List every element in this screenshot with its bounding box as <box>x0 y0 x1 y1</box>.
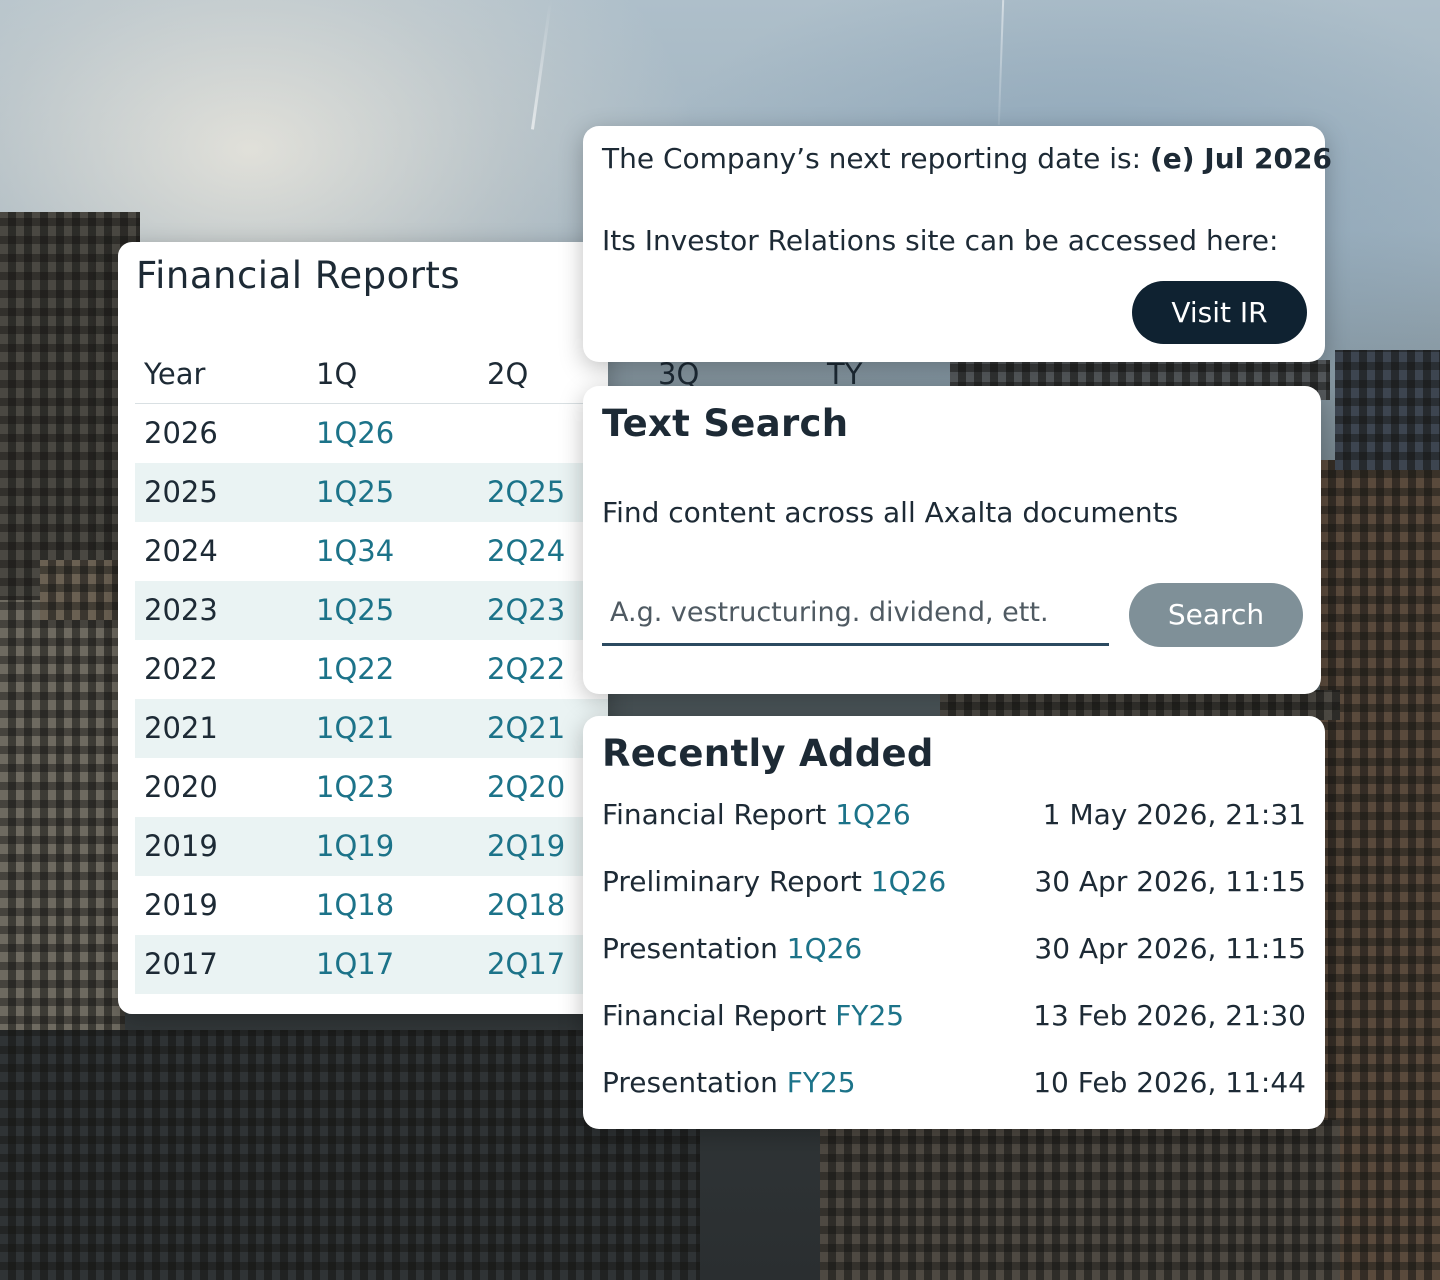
year-cell: 2017 <box>144 947 218 981</box>
report-link-2q[interactable]: 2Q23 <box>487 581 565 640</box>
recently-added-title: Recently Added <box>602 732 934 775</box>
document-name: Presentation FY25 <box>602 1066 856 1099</box>
report-link-1q[interactable]: 1Q18 <box>316 876 394 935</box>
report-link-1q[interactable]: 1Q34 <box>316 522 394 581</box>
table-row: 2017 1Q17 2Q17 <box>135 935 608 994</box>
investor-relations-card: The Company’s next reporting date is: (e… <box>583 126 1332 362</box>
year-cell: 2026 <box>144 416 218 450</box>
next-reporting-date: The Company’s next reporting date is: (e… <box>602 142 1332 175</box>
document-label: Presentation <box>602 1066 778 1099</box>
document-date: 30 Apr 2026, 11:15 <box>1034 932 1306 965</box>
search-input[interactable] <box>602 582 1109 646</box>
report-link-2q[interactable]: 2Q20 <box>487 758 565 817</box>
report-link-2q[interactable]: 2Q19 <box>487 817 565 876</box>
document-link[interactable]: 1Q26 <box>835 798 910 831</box>
header-2q: 2Q <box>487 357 529 391</box>
document-name: Presentation 1Q26 <box>602 932 862 965</box>
table-row: 2026 1Q26 <box>135 404 608 463</box>
table-row: 2025 1Q25 2Q25 <box>135 463 608 522</box>
report-link-1q[interactable]: 1Q26 <box>316 404 394 463</box>
table-row: 2023 1Q25 2Q23 <box>135 581 608 640</box>
report-link-2q[interactable]: 2Q21 <box>487 699 565 758</box>
document-link[interactable]: FY25 <box>787 1066 856 1099</box>
document-link[interactable]: FY25 <box>835 999 904 1032</box>
document-date: 30 Apr 2026, 11:15 <box>1034 865 1306 898</box>
header-year: Year <box>144 357 206 391</box>
year-cell: 2022 <box>144 652 218 686</box>
list-item: Financial Report FY25 13 Feb 2026, 21:30 <box>602 999 1306 1039</box>
document-link[interactable]: 1Q26 <box>871 865 946 898</box>
financial-reports-title: Financial Reports <box>136 254 461 297</box>
document-date: 1 May 2026, 21:31 <box>1042 798 1306 831</box>
document-name: Financial Report 1Q26 <box>602 798 911 831</box>
report-link-1q[interactable]: 1Q25 <box>316 581 394 640</box>
table-header-row: Year 1Q 2Q 3Q TY <box>135 354 862 404</box>
list-item: Presentation 1Q26 30 Apr 2026, 11:15 <box>602 932 1306 972</box>
visit-ir-button[interactable]: Visit IR <box>1132 281 1307 344</box>
year-cell: 2023 <box>144 593 218 627</box>
reporting-date-label: The Company’s next reporting date is: <box>602 142 1150 175</box>
document-date: 10 Feb 2026, 11:44 <box>1033 1066 1306 1099</box>
table-row: 2019 1Q18 2Q18 <box>135 876 608 935</box>
report-link-2q[interactable]: 2Q22 <box>487 640 565 699</box>
year-cell: 2021 <box>144 711 218 745</box>
search-button[interactable]: Search <box>1129 583 1303 647</box>
reporting-date-value: (e) Jul 2026 <box>1149 142 1332 175</box>
text-search-description: Find content across all Axalta documents <box>602 496 1179 529</box>
year-cell: 2024 <box>144 534 218 568</box>
year-cell: 2025 <box>144 475 218 509</box>
year-cell: 2019 <box>144 829 218 863</box>
recently-added-card: Recently Added Financial Report 1Q26 1 M… <box>583 716 1325 1129</box>
table-row: 2021 1Q21 2Q21 <box>135 699 608 758</box>
list-item: Presentation FY25 10 Feb 2026, 11:44 <box>602 1066 1306 1106</box>
document-label: Presentation <box>602 932 778 965</box>
list-item: Financial Report 1Q26 1 May 2026, 21:31 <box>602 798 1306 838</box>
text-search-title: Text Search <box>602 402 849 445</box>
report-link-1q[interactable]: 1Q23 <box>316 758 394 817</box>
report-link-2q[interactable]: 2Q25 <box>487 463 565 522</box>
financial-reports-card: Financial Reports Year 1Q 2Q 3Q TY 2026 … <box>118 242 862 1014</box>
table-row: 2019 1Q19 2Q19 <box>135 817 608 876</box>
report-link-2q[interactable]: 2Q17 <box>487 935 565 994</box>
year-cell: 2019 <box>144 888 218 922</box>
report-link-1q[interactable]: 1Q21 <box>316 699 394 758</box>
text-search-card: Text Search Find content across all Axal… <box>583 386 1321 694</box>
report-link-2q[interactable]: 2Q24 <box>487 522 565 581</box>
year-cell: 2020 <box>144 770 218 804</box>
document-label: Financial Report <box>602 798 827 831</box>
list-item: Preliminary Report 1Q26 30 Apr 2026, 11:… <box>602 865 1306 905</box>
report-link-2q[interactable]: 2Q18 <box>487 876 565 935</box>
report-link-1q[interactable]: 1Q19 <box>316 817 394 876</box>
report-link-1q[interactable]: 1Q22 <box>316 640 394 699</box>
ir-site-text: Its Investor Relations site can be acces… <box>602 224 1279 257</box>
report-link-1q[interactable]: 1Q25 <box>316 463 394 522</box>
document-link[interactable]: 1Q26 <box>787 932 862 965</box>
financial-reports-table: Year 1Q 2Q 3Q TY 2026 1Q26 2025 1Q25 2Q2… <box>135 354 862 994</box>
document-name: Preliminary Report 1Q26 <box>602 865 946 898</box>
header-1q: 1Q <box>316 357 358 391</box>
table-row: 2024 1Q34 2Q24 <box>135 522 608 581</box>
table-row: 2022 1Q22 2Q22 <box>135 640 608 699</box>
table-row: 2020 1Q23 2Q20 <box>135 758 608 817</box>
document-label: Financial Report <box>602 999 827 1032</box>
document-date: 13 Feb 2026, 21:30 <box>1033 999 1306 1032</box>
report-link-1q[interactable]: 1Q17 <box>316 935 394 994</box>
document-label: Preliminary Report <box>602 865 862 898</box>
document-name: Financial Report FY25 <box>602 999 904 1032</box>
